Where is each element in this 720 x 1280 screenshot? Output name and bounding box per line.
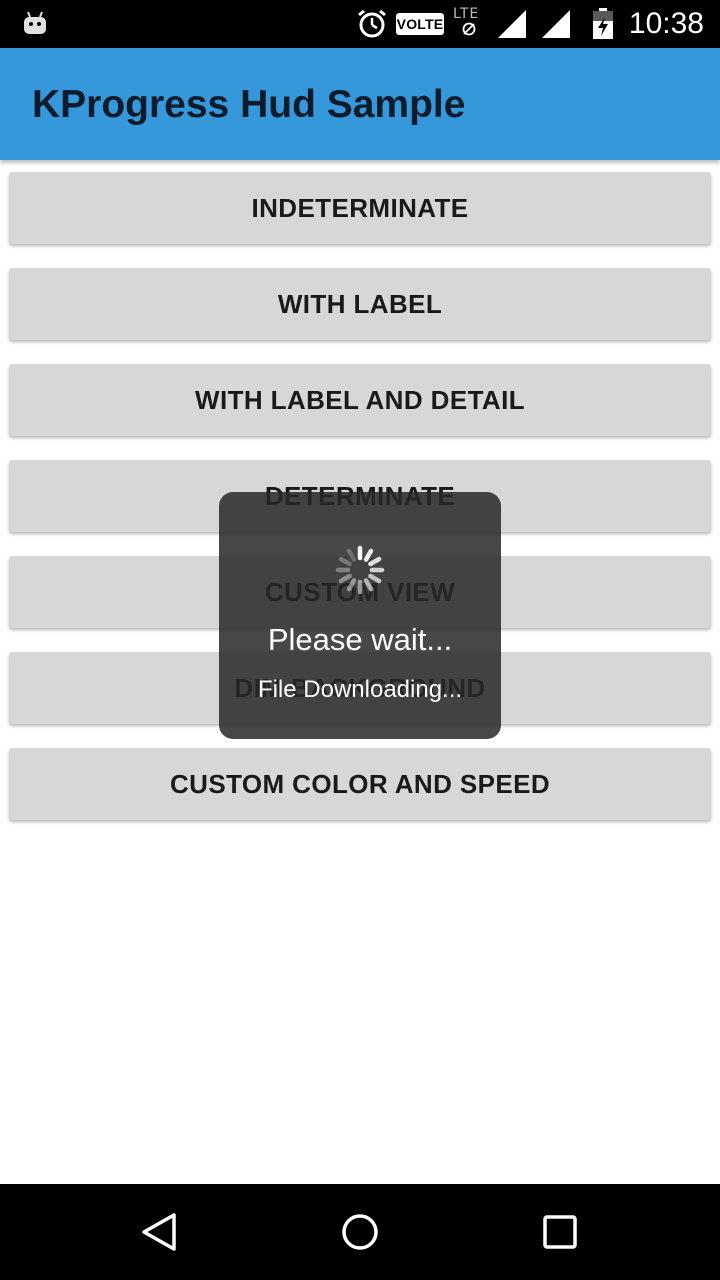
hud-label: Please wait... <box>267 622 453 657</box>
android-icon <box>24 11 46 34</box>
lte-slash-icon <box>462 22 476 36</box>
status-bar: VOLTE LTE 10:38 <box>0 0 720 48</box>
volte-badge: VOLTE <box>396 13 444 35</box>
custom-color-and-speed-button[interactable]: CUSTOM COLOR AND SPEED <box>9 748 711 820</box>
navigation-bar <box>0 1184 720 1280</box>
app-title: KProgress Hud Sample <box>32 83 466 126</box>
back-icon[interactable] <box>136 1208 184 1256</box>
status-clock: 10:38 <box>628 7 704 40</box>
signal-icon <box>542 10 570 38</box>
hud-detail-label: File Downloading... <box>257 676 463 703</box>
spinner-icon <box>335 545 385 595</box>
indeterminate-button[interactable]: INDETERMINATE <box>9 172 711 244</box>
app-bar: KProgress Hud Sample <box>0 48 720 160</box>
home-icon[interactable] <box>336 1208 384 1256</box>
recents-icon[interactable] <box>536 1208 584 1256</box>
battery-icon <box>593 8 613 39</box>
app-screen: VOLTE LTE 10:38 KProgress Hud Sample IND… <box>0 0 720 1280</box>
signal-icon <box>498 10 526 38</box>
lte-label: LTE <box>453 6 480 22</box>
progress-hud: Please wait... File Downloading... <box>219 492 501 739</box>
with-label-and-detail-button[interactable]: WITH LABEL AND DETAIL <box>9 364 711 436</box>
with-label-button[interactable]: WITH LABEL <box>9 268 711 340</box>
alarm-icon <box>358 9 386 38</box>
